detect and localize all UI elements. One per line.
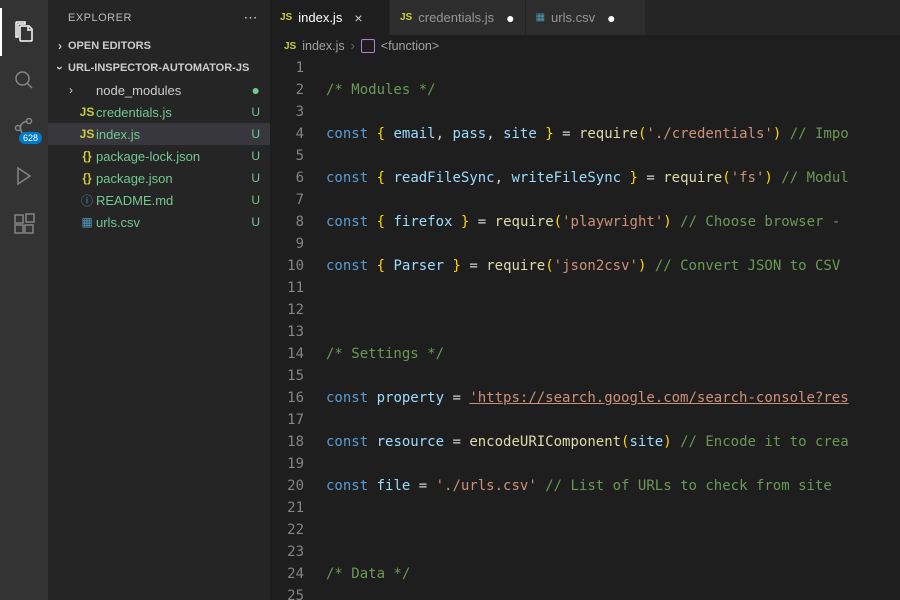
explorer-sidebar: EXPLORER ⋯ › OPEN EDITORS › URL-INSPECTO… <box>48 0 270 600</box>
scm-status: U <box>245 105 260 119</box>
line-number: 6 <box>270 167 304 189</box>
scm-dot: ● <box>246 82 260 98</box>
file-tree-item[interactable]: ▦urls.csvU <box>48 211 270 233</box>
sidebar-title: EXPLORER <box>68 12 132 24</box>
project-name: URL-INSPECTOR-AUTOMATOR-JS <box>68 62 249 74</box>
line-number: 13 <box>270 321 304 343</box>
line-number: 23 <box>270 541 304 563</box>
activity-debug[interactable] <box>0 152 48 200</box>
line-number: 18 <box>270 431 304 453</box>
editor-tab[interactable]: JS credentials.js ● <box>390 0 526 35</box>
file-label: index.js <box>96 127 245 142</box>
file-tree-item[interactable]: › node_modules● <box>48 79 270 101</box>
csv-file-icon: ▦ <box>78 215 96 229</box>
line-number: 14 <box>270 343 304 365</box>
file-label: urls.csv <box>96 215 245 230</box>
editor-tab[interactable]: ▦ urls.csv ● <box>526 0 646 35</box>
js-file-icon: JS <box>400 12 412 23</box>
line-number: 15 <box>270 365 304 387</box>
dirty-dot-icon: ● <box>607 10 615 26</box>
file-tree-item[interactable]: {}package.jsonU <box>48 167 270 189</box>
breadcrumb-file: index.js <box>302 39 344 53</box>
activity-scm[interactable]: 628 <box>0 104 48 152</box>
file-label: README.md <box>96 193 245 208</box>
line-number: 21 <box>270 497 304 519</box>
scm-status: U <box>245 127 260 141</box>
open-editors-label: OPEN EDITORS <box>68 40 151 52</box>
activity-explorer[interactable] <box>0 8 48 56</box>
editor-tabs: JS index.js × JS credentials.js ● ▦ urls.csv ● <box>270 0 900 35</box>
line-number: 4 <box>270 123 304 145</box>
line-number: 10 <box>270 255 304 277</box>
scm-status: U <box>245 193 260 207</box>
file-tree-item[interactable]: {}package-lock.jsonU <box>48 145 270 167</box>
chevron-down-icon: › <box>53 60 67 76</box>
editor-tab[interactable]: JS index.js × <box>270 0 390 35</box>
js-file-icon: JS <box>284 41 296 52</box>
file-tree: ›node_modules●JScredentials.jsUJSindex.j… <box>48 79 270 600</box>
line-number: 17 <box>270 409 304 431</box>
line-number: 11 <box>270 277 304 299</box>
scm-badge: 628 <box>19 132 42 144</box>
scm-status: U <box>245 215 260 229</box>
file-label: package-lock.json <box>96 149 245 164</box>
debug-icon <box>12 164 36 188</box>
tab-label: credentials.js <box>418 10 494 25</box>
activity-bar: 628 <box>0 0 48 600</box>
chevron-right-icon: › <box>52 39 68 53</box>
info-file-icon: ⓘ <box>78 192 96 209</box>
chevron-right-icon: › <box>351 39 355 53</box>
line-number: 5 <box>270 145 304 167</box>
json-file-icon: {} <box>78 171 96 185</box>
json-file-icon: {} <box>78 149 96 163</box>
line-number: 8 <box>270 211 304 233</box>
js-file-icon: JS <box>78 105 96 119</box>
line-number: 1 <box>270 57 304 79</box>
line-number: 2 <box>270 79 304 101</box>
js-file-icon: JS <box>78 127 96 141</box>
tab-label: index.js <box>298 10 342 25</box>
editor-area: JS index.js × JS credentials.js ● ▦ urls.csv ● J… <box>270 0 900 600</box>
line-number: 16 <box>270 387 304 409</box>
open-editors-section[interactable]: › OPEN EDITORS <box>48 35 270 57</box>
sidebar-more-icon[interactable]: ⋯ <box>244 9 259 26</box>
chevron-right-icon: › <box>64 83 78 97</box>
line-number: 9 <box>270 233 304 255</box>
sidebar-header: EXPLORER ⋯ <box>48 0 270 35</box>
extensions-icon <box>12 212 36 236</box>
file-label: package.json <box>96 171 245 186</box>
file-tree-item[interactable]: ⓘREADME.mdU <box>48 189 270 211</box>
line-number: 3 <box>270 101 304 123</box>
breadcrumb-symbol: <function> <box>381 39 439 53</box>
file-label: node_modules <box>96 83 246 98</box>
file-tree-item[interactable]: JSindex.jsU <box>48 123 270 145</box>
line-number: 22 <box>270 519 304 541</box>
activity-search[interactable] <box>0 56 48 104</box>
search-icon <box>12 68 36 92</box>
close-icon[interactable]: × <box>354 10 362 26</box>
files-icon <box>12 20 36 44</box>
scm-status: U <box>245 171 260 185</box>
scm-status: U <box>245 149 260 163</box>
breadcrumb[interactable]: JS index.js › <function> <box>270 35 900 57</box>
line-number: 12 <box>270 299 304 321</box>
line-gutter: 1234567891011121314151617181920212223242… <box>270 57 318 600</box>
tab-label: urls.csv <box>551 10 595 25</box>
line-number: 20 <box>270 475 304 497</box>
line-number: 7 <box>270 189 304 211</box>
js-file-icon: JS <box>280 12 292 23</box>
activity-extensions[interactable] <box>0 200 48 248</box>
line-number: 24 <box>270 563 304 585</box>
code-content[interactable]: /* Modules */ const { email, pass, site … <box>318 57 900 600</box>
file-label: credentials.js <box>96 105 245 120</box>
dirty-dot-icon: ● <box>506 10 514 26</box>
code-editor[interactable]: 1234567891011121314151617181920212223242… <box>270 57 900 600</box>
file-tree-item[interactable]: JScredentials.jsU <box>48 101 270 123</box>
line-number: 19 <box>270 453 304 475</box>
line-number: 25 <box>270 585 304 600</box>
csv-file-icon: ▦ <box>536 12 545 23</box>
function-icon <box>361 39 375 53</box>
project-section[interactable]: › URL-INSPECTOR-AUTOMATOR-JS <box>48 57 270 79</box>
